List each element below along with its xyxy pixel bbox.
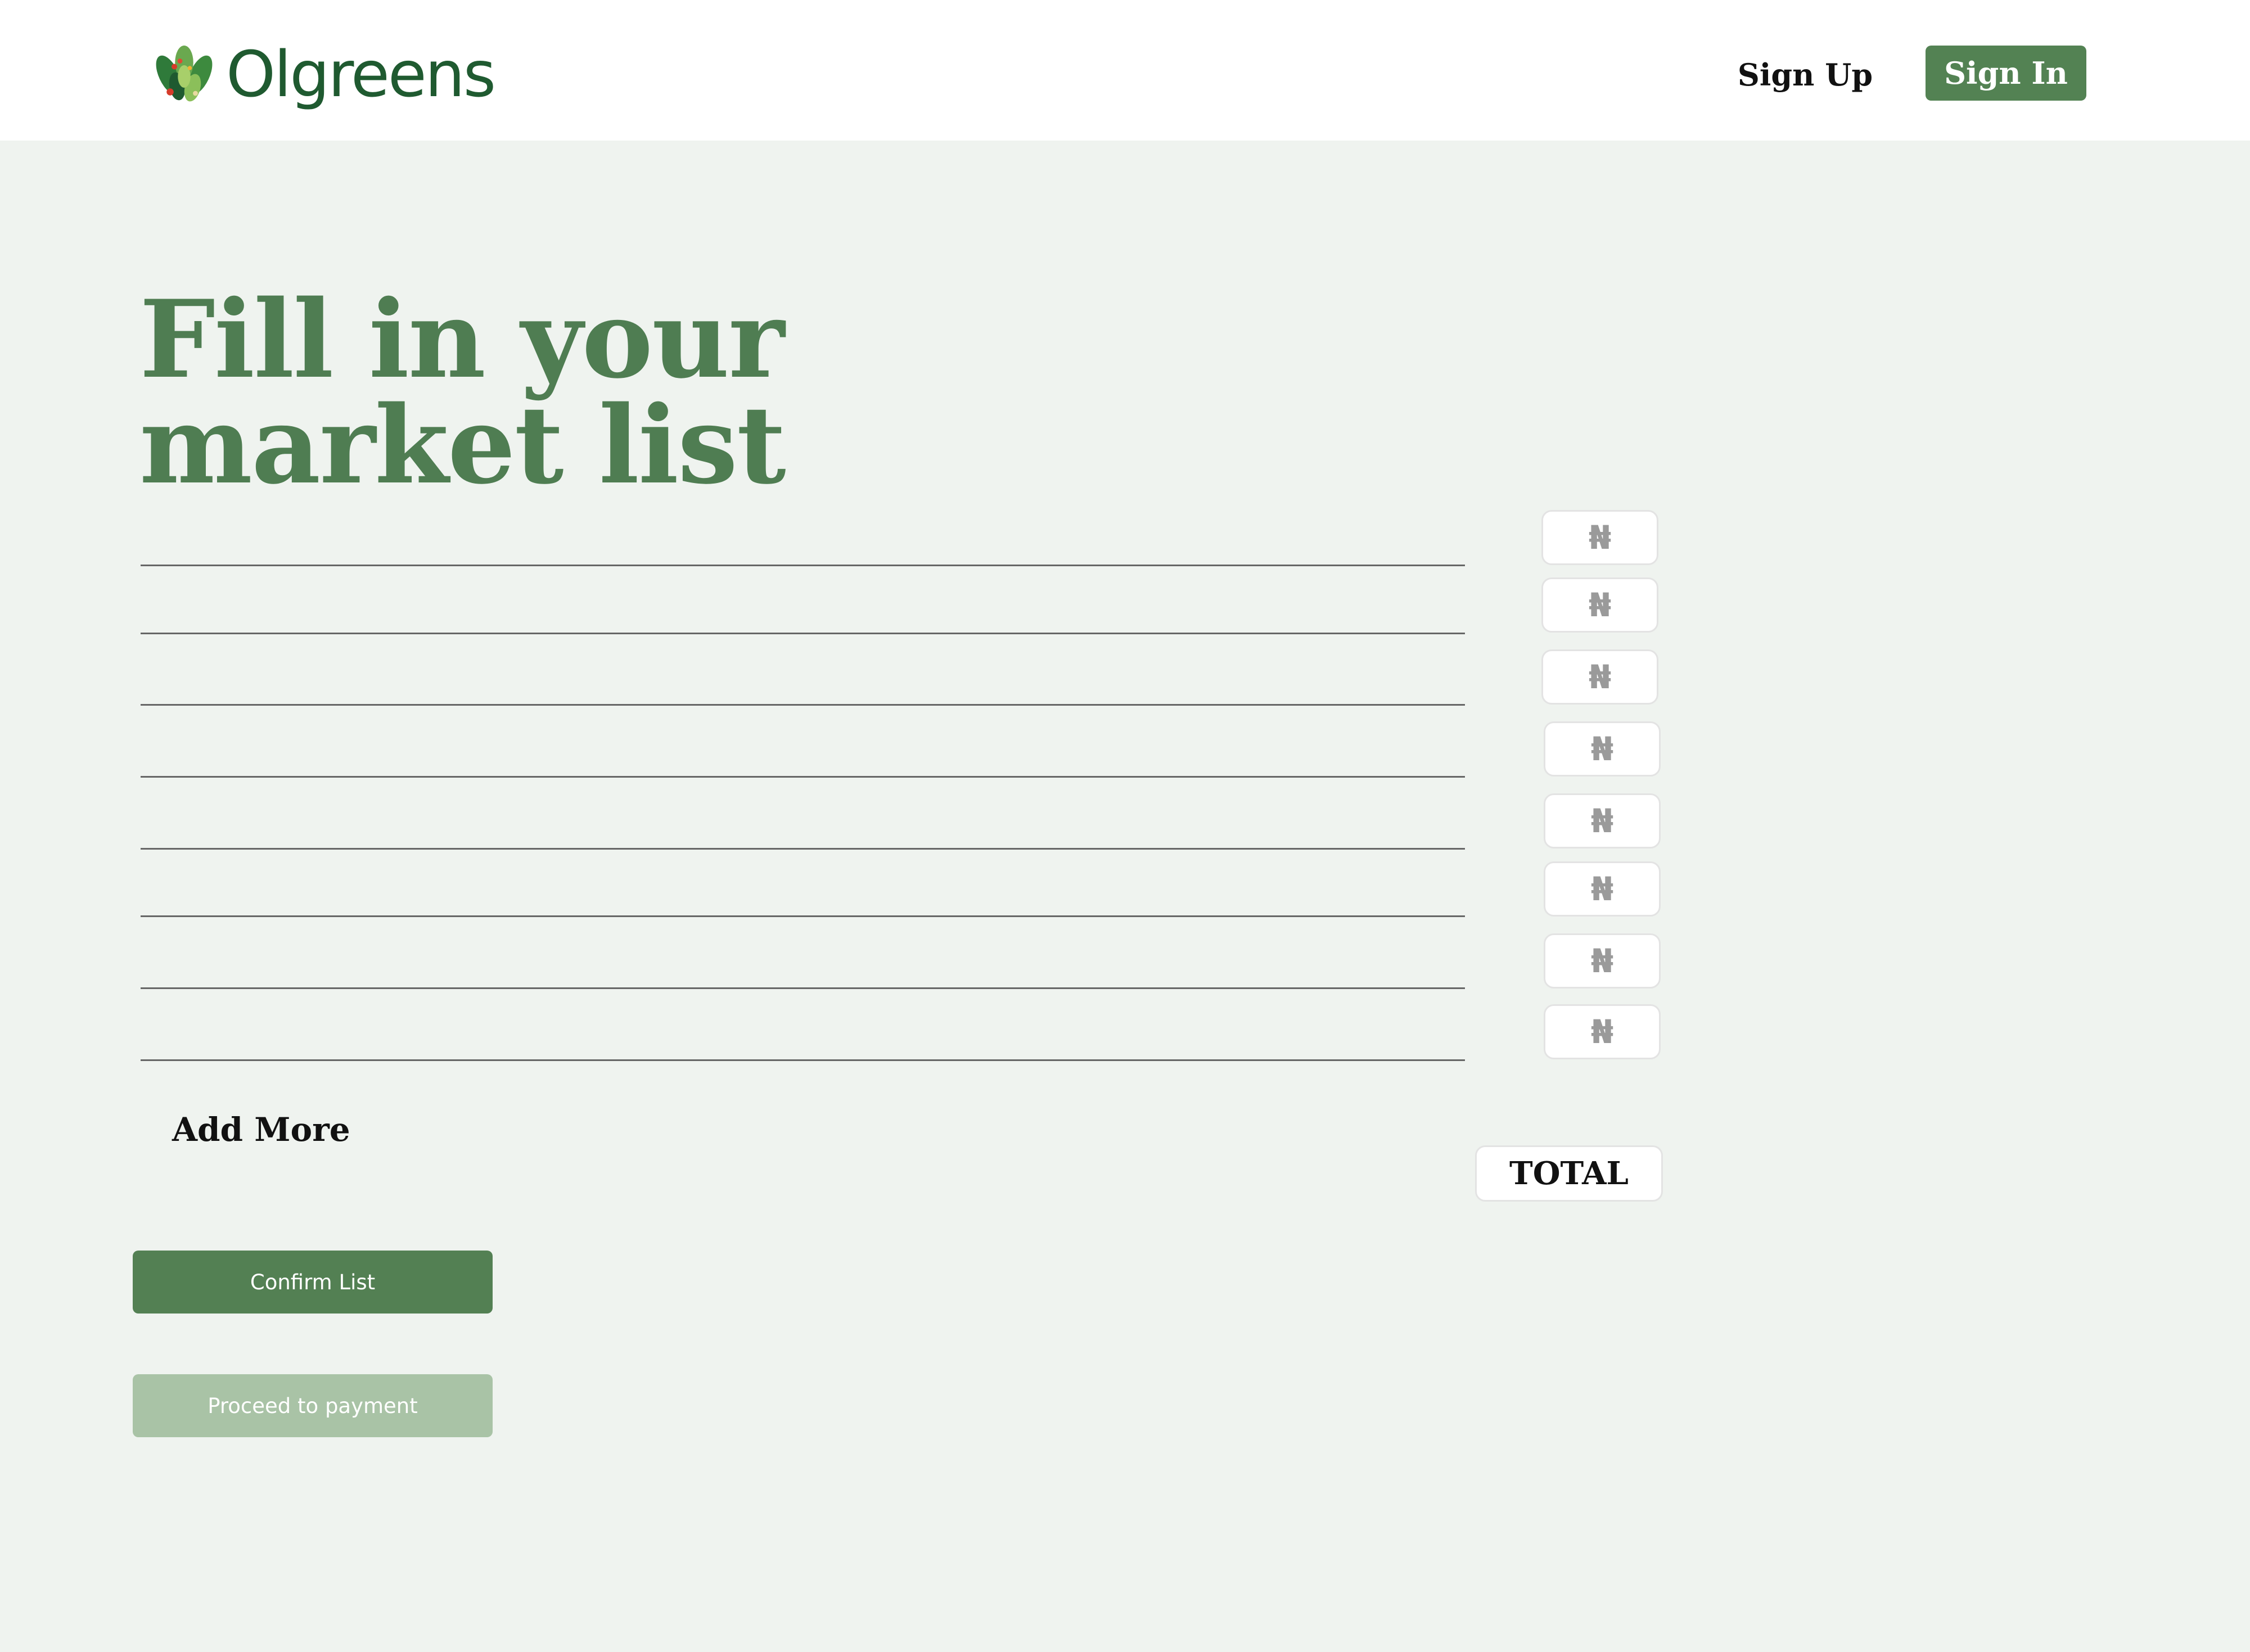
price-input[interactable]: ₦ (1541, 649, 1658, 705)
market-item-input[interactable] (141, 513, 1465, 566)
sign-in-button[interactable]: Sign In (1926, 46, 2086, 101)
price-input[interactable]: ₦ (1544, 721, 1661, 777)
top-nav: Olgreens Sign Up Sign In (0, 0, 2250, 141)
price-input[interactable]: ₦ (1544, 793, 1661, 848)
price-input[interactable]: ₦ (1544, 1004, 1661, 1059)
market-item-input[interactable] (141, 724, 1465, 778)
price-input[interactable]: ₦ (1541, 577, 1658, 633)
market-item-input[interactable] (141, 581, 1465, 634)
brand-logo[interactable]: Olgreens (149, 38, 496, 111)
price-input[interactable]: ₦ (1544, 861, 1661, 917)
page-title: Fill in your market list (139, 286, 786, 499)
market-item-input[interactable] (141, 936, 1465, 989)
proceed-to-payment-button[interactable]: Proceed to payment (133, 1374, 493, 1437)
market-item-input[interactable] (141, 864, 1465, 917)
market-item-input[interactable] (141, 1008, 1465, 1061)
price-input[interactable]: ₦ (1541, 510, 1658, 565)
market-item-input[interactable] (141, 796, 1465, 850)
leaf-bouquet-icon (156, 45, 213, 101)
market-item-input[interactable] (141, 652, 1465, 706)
total-field: TOTAL (1475, 1145, 1663, 1202)
price-input[interactable]: ₦ (1544, 933, 1661, 989)
add-more-button[interactable]: Add More (172, 1111, 350, 1149)
page-title-line-2: market list (139, 382, 786, 508)
confirm-list-button[interactable]: Confirm List (133, 1251, 493, 1314)
brand-name: Olgreens (226, 38, 496, 111)
sign-up-link[interactable]: Sign Up (1732, 49, 1878, 100)
